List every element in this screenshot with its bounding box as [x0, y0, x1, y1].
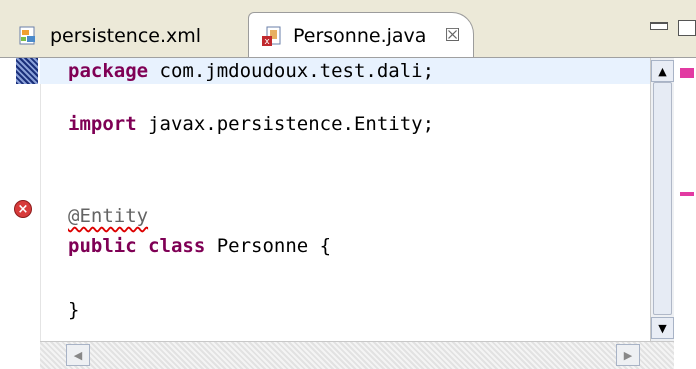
- scroll-thumb[interactable]: [653, 82, 672, 315]
- scroll-up-icon[interactable]: ▲: [651, 60, 674, 82]
- keyword-token: package: [68, 60, 149, 82]
- tab-label: Personne.java: [293, 24, 427, 47]
- editor-gutter: ×: [0, 58, 41, 369]
- java-editor[interactable]: × package com.jmdoudoux.test.dali; impor…: [0, 58, 696, 369]
- code-token: }: [68, 299, 80, 321]
- keyword-token: class: [148, 235, 206, 257]
- tab-persistence-xml[interactable]: persistence.xml: [6, 14, 242, 58]
- java-file-error-icon: x: [261, 25, 283, 47]
- minimize-icon[interactable]: [650, 22, 668, 30]
- warning-overview-marker[interactable]: [680, 192, 694, 196]
- code-line: import javax.persistence.Entity;: [68, 111, 434, 137]
- code-area[interactable]: package com.jmdoudoux.test.dali; import …: [40, 58, 650, 341]
- code-line: public class Personne {: [68, 233, 331, 259]
- overview-ruler[interactable]: [674, 58, 696, 369]
- code-token: com.jmdoudoux.test.dali;: [148, 60, 435, 82]
- code-line: @Entity: [68, 203, 148, 229]
- keyword-token: import: [68, 113, 137, 135]
- view-controls: [650, 20, 696, 36]
- maximize-icon[interactable]: [678, 20, 696, 36]
- code-line: package com.jmdoudoux.test.dali;: [40, 58, 650, 84]
- scroll-right-icon[interactable]: ▶: [616, 344, 640, 366]
- svg-text:x: x: [264, 37, 270, 47]
- annotation-error-token: @Entity: [68, 205, 149, 227]
- tab-personne-java[interactable]: x Personne.java ☒: [248, 12, 474, 58]
- horizontal-scrollbar[interactable]: ◀ ▶: [40, 341, 674, 369]
- current-line-marker: [16, 58, 38, 84]
- xml-file-icon: [18, 25, 40, 47]
- vertical-scrollbar[interactable]: ▲ ▼: [650, 58, 674, 341]
- error-icon[interactable]: ×: [14, 200, 32, 218]
- scroll-left-icon[interactable]: ◀: [66, 344, 90, 366]
- code-token: Personne {: [205, 235, 332, 257]
- keyword-token: public: [68, 235, 137, 257]
- close-icon[interactable]: ☒: [444, 25, 460, 46]
- scroll-down-icon[interactable]: ▼: [651, 317, 674, 339]
- error-overview-marker[interactable]: [680, 68, 694, 78]
- code-token: javax.persistence.Entity;: [136, 113, 435, 135]
- code-line: }: [68, 297, 79, 323]
- tab-label: persistence.xml: [50, 25, 202, 47]
- editor-tab-bar: persistence.xml x Personne.java ☒: [0, 0, 696, 58]
